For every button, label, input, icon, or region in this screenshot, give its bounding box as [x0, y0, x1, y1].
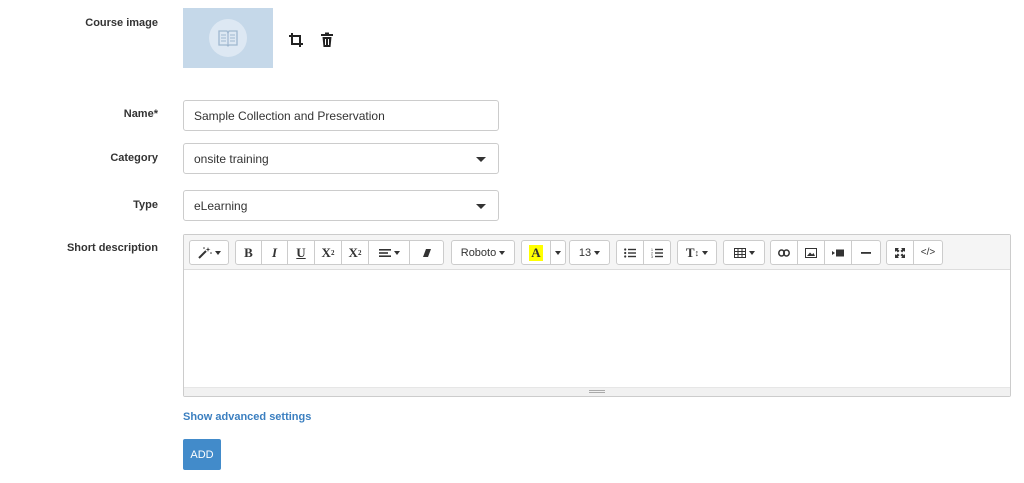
- name-input[interactable]: Sample Collection and Preservation: [183, 100, 499, 131]
- editor-toolbar: B I U X2 X2 Roboto A 13 123 T ↕ </>: [184, 235, 1010, 270]
- code-view-icon[interactable]: </>: [913, 240, 943, 265]
- font-family-value: Roboto: [460, 246, 497, 259]
- subscript-icon[interactable]: X2: [341, 240, 369, 265]
- unordered-list-icon[interactable]: [616, 240, 644, 265]
- show-advanced-settings-link[interactable]: Show advanced settings: [183, 411, 311, 423]
- table-icon[interactable]: [723, 240, 765, 265]
- add-button[interactable]: ADD: [183, 439, 221, 470]
- color-dropdown[interactable]: [550, 240, 566, 265]
- category-select[interactable]: onsite training: [183, 143, 499, 174]
- grip-icon: [589, 390, 605, 393]
- superscript-icon[interactable]: X2: [314, 240, 342, 265]
- svg-text:3: 3: [651, 255, 653, 258]
- editor-content-area[interactable]: [184, 270, 1010, 388]
- horizontal-rule-icon[interactable]: [851, 240, 881, 265]
- course-image-label: Course image: [85, 17, 158, 29]
- type-select-value: eLearning: [194, 198, 248, 213]
- font-size-dropdown[interactable]: 13: [569, 240, 610, 265]
- text-color-icon[interactable]: A: [521, 240, 551, 265]
- rich-text-editor: B I U X2 X2 Roboto A 13 123 T ↕ </>: [183, 234, 1011, 397]
- link-icon[interactable]: [770, 240, 798, 265]
- ordered-list-icon[interactable]: 123: [643, 240, 671, 265]
- type-label: Type: [133, 199, 158, 211]
- editor-resize-handle[interactable]: [184, 387, 1010, 396]
- category-label: Category: [110, 152, 158, 164]
- video-icon[interactable]: [824, 240, 852, 265]
- name-input-value: Sample Collection and Preservation: [194, 108, 385, 123]
- course-image-placeholder[interactable]: [183, 8, 273, 68]
- crop-icon[interactable]: [288, 32, 304, 48]
- book-icon: [218, 30, 238, 47]
- fullscreen-icon[interactable]: [886, 240, 914, 265]
- name-label: Name*: [123, 108, 158, 120]
- font-size-value: 13: [578, 246, 592, 259]
- chevron-down-icon: [476, 204, 486, 209]
- type-select[interactable]: eLearning: [183, 190, 499, 221]
- category-select-value: onsite training: [194, 151, 269, 166]
- trash-icon[interactable]: [320, 32, 336, 48]
- italic-icon[interactable]: I: [261, 240, 288, 265]
- image-icon[interactable]: [797, 240, 825, 265]
- eraser-icon[interactable]: [409, 240, 444, 265]
- bold-icon[interactable]: B: [235, 240, 262, 265]
- underline-icon[interactable]: U: [287, 240, 315, 265]
- chevron-down-icon: [476, 157, 486, 162]
- magic-wand-icon[interactable]: [189, 240, 229, 265]
- align-icon[interactable]: [368, 240, 410, 265]
- font-family-dropdown[interactable]: Roboto: [451, 240, 515, 265]
- line-height-icon[interactable]: T ↕: [677, 240, 717, 265]
- short-description-label: Short description: [66, 242, 158, 254]
